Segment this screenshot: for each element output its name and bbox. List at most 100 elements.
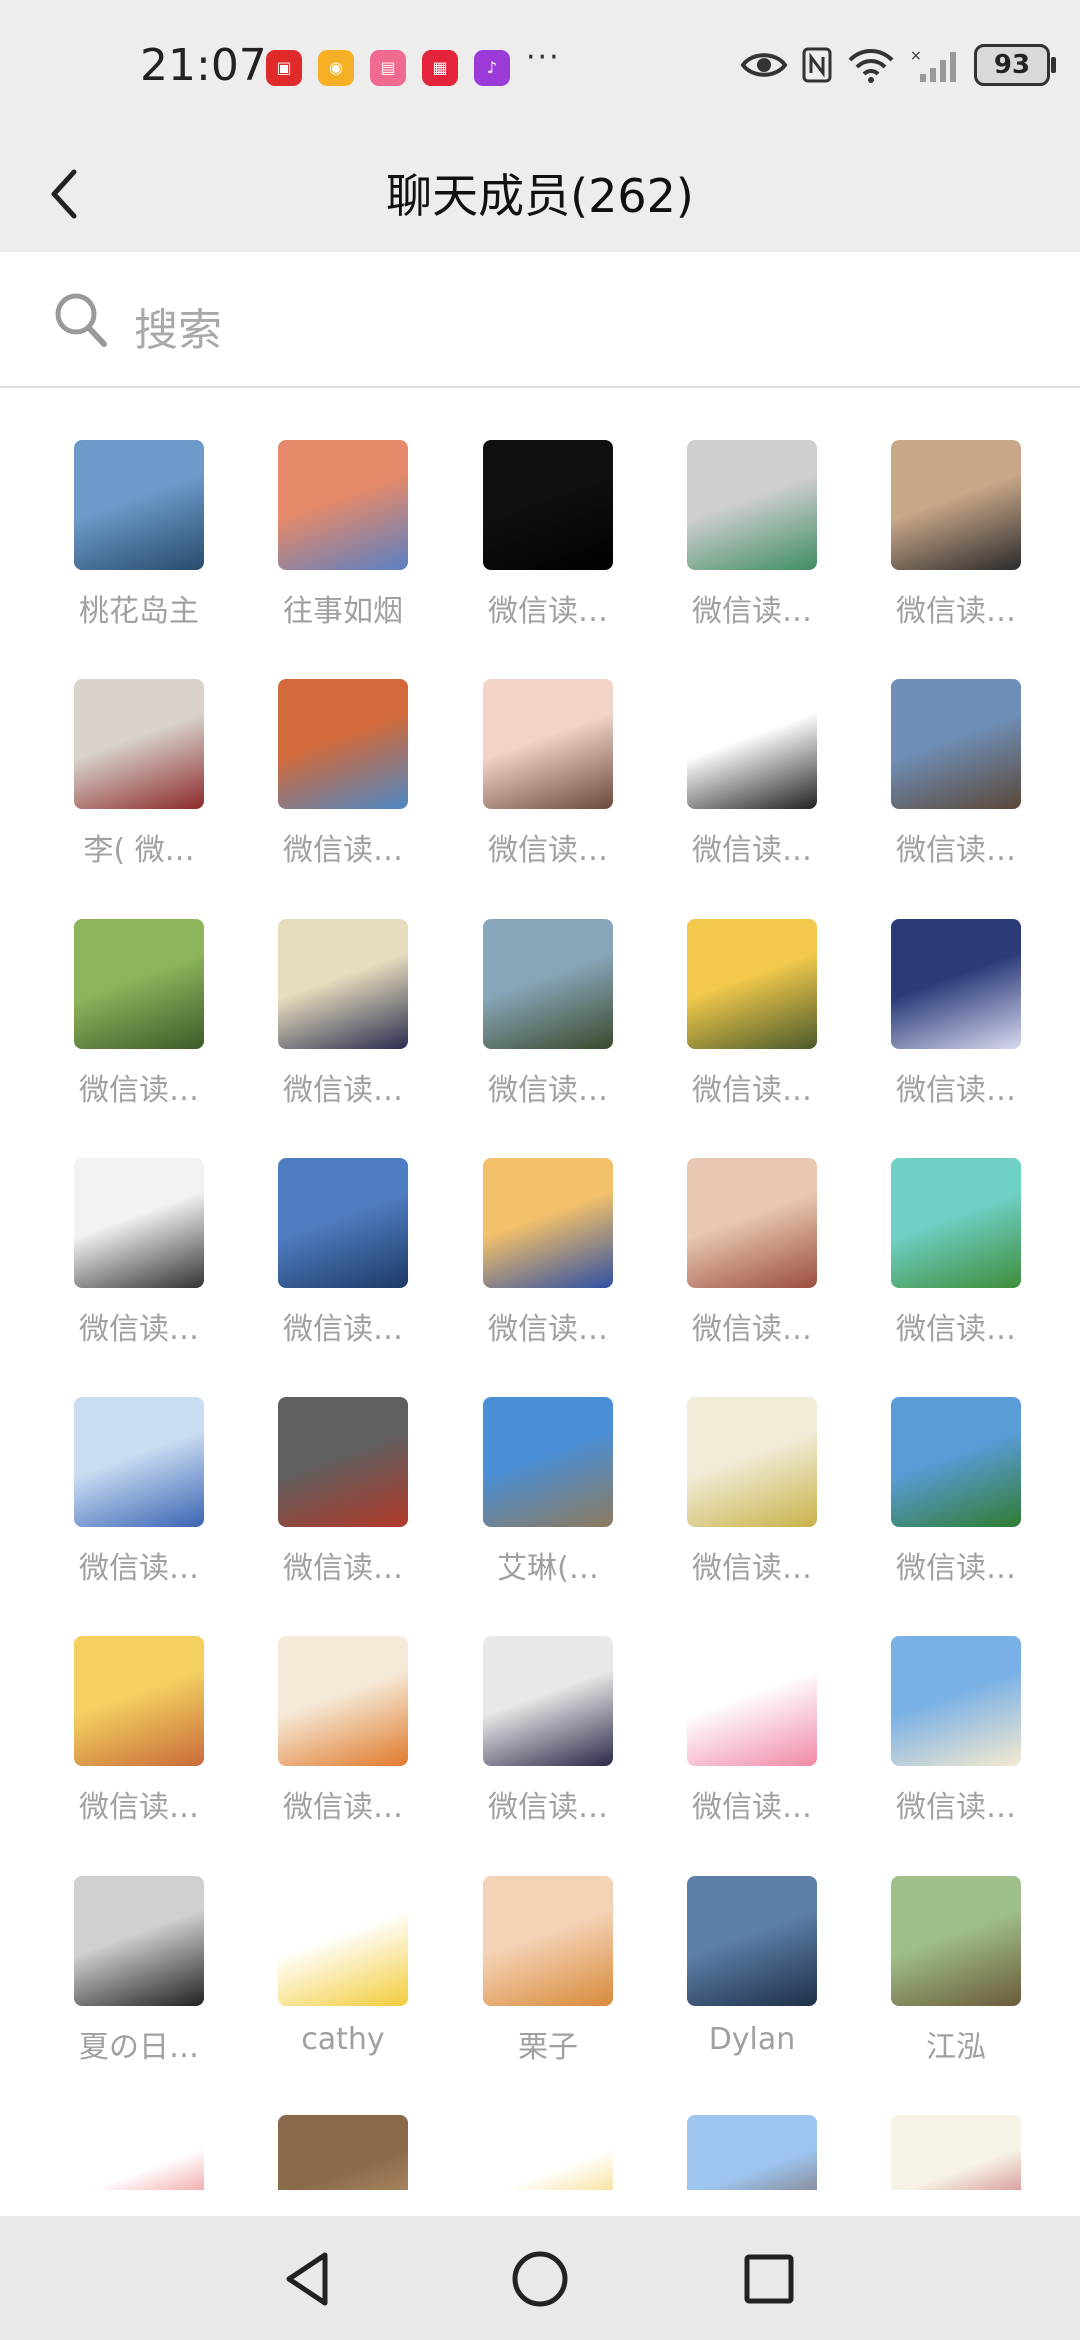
member-avatar[interactable]	[891, 679, 1021, 809]
member-avatar[interactable]	[483, 1158, 613, 1288]
member-avatar[interactable]	[278, 440, 408, 570]
member-avatar[interactable]	[483, 1636, 613, 1766]
member-item[interactable]: 微信读…	[237, 627, 442, 868]
member-item[interactable]: 往事如烟	[237, 388, 442, 629]
member-item[interactable]: 微信读…	[850, 1345, 1055, 1586]
member-item[interactable]: 微信读…	[850, 867, 1055, 1108]
member-avatar[interactable]	[687, 440, 817, 570]
member-avatar[interactable]	[74, 1876, 204, 2006]
member-item[interactable]: 微信读…	[237, 1106, 442, 1347]
member-item[interactable]: 微信读…	[850, 1584, 1055, 1825]
member-avatar[interactable]	[483, 440, 613, 570]
member-avatar[interactable]	[483, 2115, 613, 2190]
member-avatar[interactable]	[74, 440, 204, 570]
member-item[interactable]: 微信读…	[850, 1106, 1055, 1347]
member-name: 微信读…	[283, 1312, 403, 1347]
member-avatar[interactable]	[687, 919, 817, 1049]
member-avatar[interactable]	[483, 679, 613, 809]
member-avatar[interactable]	[483, 919, 613, 1049]
member-avatar[interactable]	[278, 1636, 408, 1766]
member-name: cathy	[301, 2022, 385, 2057]
member-item[interactable]: 桃花岛主	[33, 388, 238, 629]
member-avatar[interactable]	[278, 679, 408, 809]
member-avatar[interactable]	[891, 1397, 1021, 1527]
nav-back-button[interactable]	[272, 2244, 342, 2314]
member-item[interactable]	[237, 2063, 442, 2190]
svg-text:×: ×	[910, 48, 922, 64]
search-bar[interactable]: 搜索	[0, 252, 1080, 388]
member-name: 微信读…	[692, 1790, 812, 1825]
member-item[interactable]: 微信读…	[442, 627, 647, 868]
huawei-app-icon: ▣	[266, 50, 302, 86]
member-item[interactable]: 艾琳(…	[442, 1345, 647, 1586]
member-avatar[interactable]	[891, 440, 1021, 570]
member-item[interactable]: 微信读…	[646, 388, 851, 629]
member-avatar[interactable]	[278, 1876, 408, 2006]
member-item[interactable]: 微信读…	[646, 1345, 851, 1586]
home-circle-icon	[512, 2251, 568, 2307]
member-item[interactable]: cathy	[237, 1824, 442, 2057]
member-item[interactable]: 微信读…	[237, 867, 442, 1108]
member-item[interactable]: 微信读…	[33, 867, 238, 1108]
search-input[interactable]: 搜索	[134, 294, 222, 358]
member-item[interactable]: 微信读…	[33, 1106, 238, 1347]
member-item[interactable]: 微信读…	[646, 867, 851, 1108]
member-avatar[interactable]	[74, 1636, 204, 1766]
member-avatar[interactable]	[74, 679, 204, 809]
member-avatar[interactable]	[687, 1158, 817, 1288]
music-app-icon: ♪	[474, 50, 510, 86]
member-avatar[interactable]	[278, 1158, 408, 1288]
member-avatar[interactable]	[278, 2115, 408, 2190]
member-avatar[interactable]	[74, 1158, 204, 1288]
member-avatar[interactable]	[74, 1397, 204, 1527]
member-avatar[interactable]	[891, 1636, 1021, 1766]
member-name: 微信读…	[692, 1312, 812, 1347]
member-avatar[interactable]	[74, 2115, 204, 2190]
member-item[interactable]	[646, 2063, 851, 2190]
nav-home-button[interactable]	[505, 2244, 575, 2314]
member-avatar[interactable]	[891, 1158, 1021, 1288]
member-item[interactable]: 微信读…	[646, 1584, 851, 1825]
member-item[interactable]: 微信读…	[237, 1345, 442, 1586]
member-item[interactable]: 微信读…	[237, 1584, 442, 1825]
member-avatar[interactable]	[687, 1397, 817, 1527]
member-avatar[interactable]	[687, 1636, 817, 1766]
nav-recent-button[interactable]	[734, 2244, 804, 2314]
member-name: 微信读…	[896, 1790, 1016, 1825]
member-item[interactable]: 微信读…	[442, 388, 647, 629]
member-item[interactable]: 微信读…	[850, 627, 1055, 868]
member-item[interactable]: 夏の日…	[33, 1824, 238, 2065]
member-avatar[interactable]	[74, 919, 204, 1049]
member-item[interactable]: 李( 微…	[33, 627, 238, 868]
member-item[interactable]: 微信读…	[33, 1345, 238, 1586]
member-avatar[interactable]	[891, 919, 1021, 1049]
member-item[interactable]: 微信读…	[442, 867, 647, 1108]
member-item[interactable]	[442, 2063, 647, 2190]
member-avatar[interactable]	[687, 679, 817, 809]
member-item[interactable]: 微信读…	[442, 1106, 647, 1347]
member-avatar[interactable]	[687, 2115, 817, 2190]
search-icon	[55, 293, 107, 347]
member-item[interactable]	[33, 2063, 238, 2190]
member-item[interactable]	[850, 2063, 1055, 2190]
member-item[interactable]: 微信读…	[646, 627, 851, 868]
member-name: 微信读…	[283, 833, 403, 868]
member-item[interactable]: Dylan	[646, 1824, 851, 2057]
member-name: 微信读…	[896, 594, 1016, 629]
member-avatar[interactable]	[891, 2115, 1021, 2190]
member-avatar[interactable]	[278, 1397, 408, 1527]
member-item[interactable]: 栗子	[442, 1824, 647, 2065]
member-item[interactable]: 微信读…	[646, 1106, 851, 1347]
member-avatar[interactable]	[483, 1876, 613, 2006]
member-item[interactable]: 微信读…	[850, 388, 1055, 629]
member-avatar[interactable]	[891, 1876, 1021, 2006]
member-avatar[interactable]	[687, 1876, 817, 2006]
member-avatar[interactable]	[483, 1397, 613, 1527]
member-item[interactable]: 微信读…	[442, 1584, 647, 1825]
nfc-icon	[802, 47, 832, 83]
wifi-icon	[848, 49, 894, 83]
member-item[interactable]: 微信读…	[33, 1584, 238, 1825]
member-avatar[interactable]	[278, 919, 408, 1049]
member-name: 微信读…	[692, 833, 812, 868]
member-item[interactable]: 江泓	[850, 1824, 1055, 2065]
